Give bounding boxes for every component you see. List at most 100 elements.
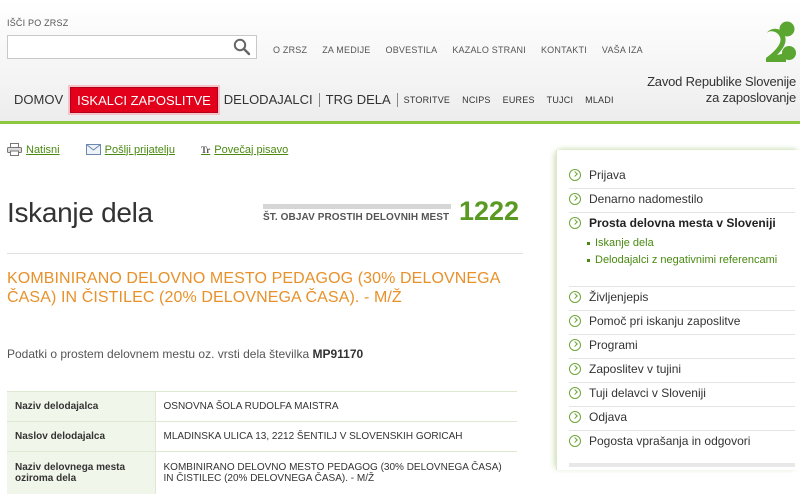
org-name-line2: za zaposlovanje [705,90,796,105]
sidebar-item-zivljenjepis[interactable]: Življenjepis [569,290,795,304]
sidebar-item-label: Programi [589,338,638,352]
sidebar-item-label: Tuji delavci v Sloveniji [589,386,706,400]
header-divider [0,121,800,124]
print-label: Natisni [26,143,60,156]
nav-trg-dela[interactable]: TRG DELA [320,87,397,113]
search-box[interactable] [7,35,257,59]
title-divider [7,253,523,254]
detail-key: Naziv delodajalca [7,391,156,422]
chevron-right-icon [569,193,581,205]
sidebar-divider [569,358,795,359]
sidebar-divider [569,286,795,287]
nav-ncips[interactable]: NCIPS [456,95,497,105]
sidebar-item-prijava[interactable]: Prijava [569,168,795,182]
sidebar-divider [569,406,795,407]
detail-value: OSNOVNA ŠOLA RUDOLFA MAISTRA [163,401,339,412]
nav-iskalci-zaposlitve[interactable]: ISKALCI ZAPOSLITVE [70,87,218,113]
chevron-right-icon [569,363,581,375]
sidebar-item-prosta-delovna-mesta[interactable]: Prosta delovna mesta v Sloveniji [569,216,795,230]
sidebar-divider [569,382,795,383]
sidebar-item-label: Prosta delovna mesta v Sloveniji [589,216,776,230]
organization-name: Zavod Republike Slovenije za zaposlovanj… [647,74,796,106]
sidebar-divider [569,334,795,335]
sidebar-item-label: Zaposlitev v tujini [589,362,682,376]
table-row: Naslov delodajalca MLADINSKA ULICA 13, 2… [7,421,517,452]
detail-key: Naslov delodajalca [7,421,156,452]
print-link[interactable]: Natisni [7,143,60,156]
chevron-right-icon [569,315,581,327]
chevron-right-icon [569,435,581,447]
sidebar-item-pogosta-vprasanja[interactable]: Pogosta vprašanja in odgovori [569,434,795,448]
sidebar-item-odjava[interactable]: Odjava [569,410,795,424]
sidebar-subitem-negativne-reference[interactable]: Delodajalci z negativnimi referencami [587,254,777,266]
search-label: IŠČI PO ZRSZ [7,18,69,28]
sidebar-item-label: Pomoč pri iskanju zaposlitve [589,314,741,328]
table-row: Naziv delovnega mesta oziroma dela KOMBI… [7,451,517,494]
chevron-right-icon [569,339,581,351]
sidebar-divider [569,310,795,311]
send-label: Pošlji prijatelju [104,143,175,156]
sidebar-item-label: Pogosta vprašanja in odgovori [589,434,751,448]
nav-storitve[interactable]: STORITVE [398,95,456,105]
chevron-right-icon [569,291,581,303]
sidebar-item-label: Prijava [589,168,626,182]
page-toolbar: Natisni Pošlji prijatelju Tr Povečaj pis… [7,143,314,156]
zrsz-logo-icon[interactable] [764,20,798,62]
increase-font-link[interactable]: Tr Povečaj pisavo [201,144,288,156]
sidebar-item-tuji-delavci[interactable]: Tuji delavci v Sloveniji [569,386,795,400]
chevron-right-icon [569,411,581,423]
sidebar-subitem-iskanje-dela[interactable]: Iskanje dela [587,237,654,249]
table-row: Naziv delodajalca OSNOVNA ŠOLA RUDOLFA M… [7,391,517,422]
job-count-label: ŠT. OBJAV PROSTIH DELOVNIH MEST [263,212,450,223]
envelope-icon [85,144,101,155]
search-input[interactable] [8,36,228,58]
top-link-o-zrsz[interactable]: O ZRSZ [273,45,307,55]
job-intro: Podatki o prostem delovnem mestu oz. vrs… [7,347,363,361]
job-title: KOMBINIRANO DELOVNO MESTO PEDAGOG (30% D… [7,270,500,306]
site-header: IŠČI PO ZRSZ O ZRSZ ZA MEDIJE OBVESTILA … [0,0,800,124]
nav-domov[interactable]: DOMOV [0,87,69,113]
sidebar-divider [569,212,795,213]
sidebar-item-programi[interactable]: Programi [569,338,795,352]
send-to-friend-link[interactable]: Pošlji prijatelju [85,143,175,156]
top-link-kazalo-strani[interactable]: KAZALO STRANI [452,45,526,55]
sidebar-subitem-label: Delodajalci z negativnimi referencami [595,254,778,266]
sidebar-divider [569,188,795,189]
sidebar: Prijava Denarno nadomestilo Prosta delov… [556,150,800,470]
nav-eures[interactable]: EURES [497,95,541,105]
sidebar-subitem-label: Iskanje dela [595,237,654,249]
detail-value: MLADINSKA ULICA 13, 2212 ŠENTILJ V SLOVE… [163,431,463,442]
sidebar-item-denarno-nadomestilo[interactable]: Denarno nadomestilo [569,192,795,206]
nav-delodajalci[interactable]: DELODAJALCI [218,87,319,113]
chevron-right-icon [569,387,581,399]
org-name-line1: Zavod Republike Slovenije [647,74,796,89]
top-link-kontakti[interactable]: KONTAKTI [541,45,587,55]
sidebar-item-pomoc[interactable]: Pomoč pri iskanju zaposlitve [569,314,795,328]
job-details-table: Naziv delodajalca OSNOVNA ŠOLA RUDOLFA M… [7,391,517,494]
font-size-icon: Tr [200,144,211,155]
page-title: Iskanje dela [7,197,153,228]
nav-tujci[interactable]: TUJCI [541,95,580,105]
top-links: O ZRSZ ZA MEDIJE OBVESTILA KAZALO STRANI… [273,45,658,55]
sidebar-item-label: Odjava [589,410,628,424]
detail-value: KOMBINIRANO DELOVNO MESTO PEDAGOG (30% D… [163,461,502,484]
top-link-za-medije[interactable]: ZA MEDIJE [322,45,370,55]
printer-icon [7,143,22,156]
detail-key: Naziv delovnega mesta oziroma dela [7,451,156,494]
top-link-obvestila[interactable]: OBVESTILA [386,45,438,55]
search-icon[interactable] [233,38,251,56]
chevron-right-icon [569,217,581,229]
job-intro-text: Podatki o prostem delovnem mestu oz. vrs… [7,347,310,361]
chevron-right-icon [569,169,581,181]
sidebar-footer-bar [569,463,795,467]
nav-mladi[interactable]: MLADI [579,95,620,105]
job-number: MP91170 [312,347,364,361]
job-count-value: 1222 [459,196,520,226]
font-label: Povečaj pisavo [214,143,289,156]
main-navigation: DOMOV ISKALCI ZAPOSLITVE DELODAJALCI TRG… [0,87,620,113]
sidebar-item-zaposlitev-v-tujini[interactable]: Zaposlitev v tujini [569,362,795,376]
sidebar-item-label: Življenjepis [589,290,649,304]
top-link-vasa-iza[interactable]: VAŠA IZA [602,45,643,55]
sidebar-item-label: Denarno nadomestilo [589,192,704,206]
sidebar-divider [569,430,795,431]
